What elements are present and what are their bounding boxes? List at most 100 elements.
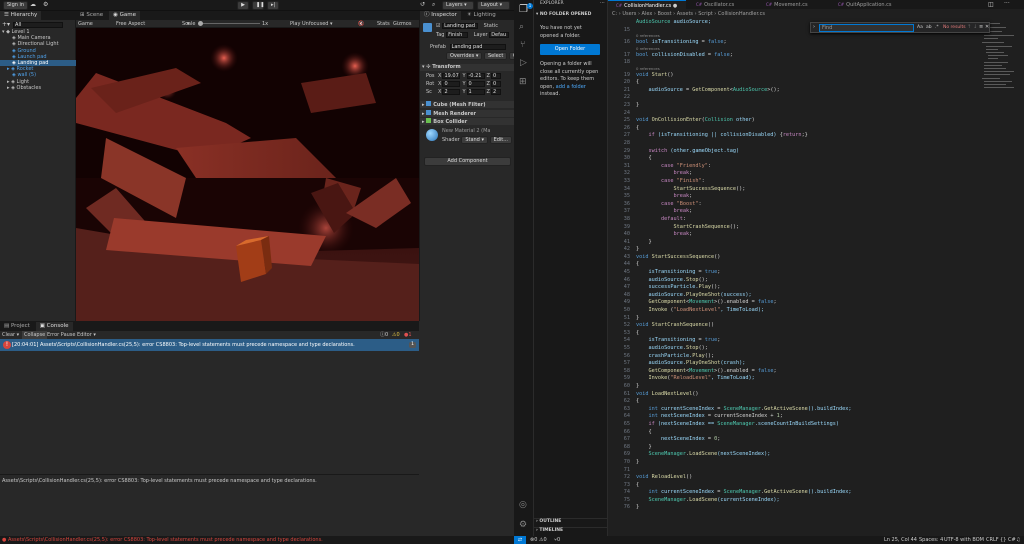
code-line[interactable]: 48 audioSource.PlayOneShot(success); <box>608 292 1024 300</box>
code-line[interactable]: 63 int currentSceneIndex = SceneManager.… <box>608 406 1024 414</box>
axis-label[interactable]: Y <box>462 81 465 87</box>
code-line[interactable]: 20 { <box>608 79 1024 87</box>
code-line[interactable]: 21 audioSource = GetComponent<AudioSourc… <box>608 87 1024 95</box>
tab-console[interactable]: ▣ Console <box>35 322 73 331</box>
editor-tab[interactable]: C# CollisionHandler.cs ● <box>608 0 686 9</box>
code-line[interactable]: 52 void StartCrashSequence() <box>608 322 1024 330</box>
code-line[interactable]: 75 SceneManager.LoadScene(currentSceneIn… <box>608 497 1024 505</box>
code-line[interactable]: 32 break; <box>608 170 1024 178</box>
axis-label[interactable]: Z <box>487 73 490 79</box>
active-checkbox[interactable]: ☑ <box>436 23 440 29</box>
axis-label[interactable]: Y <box>462 73 465 79</box>
code-line[interactable]: 33 case "Finish": <box>608 178 1024 186</box>
overrides-button[interactable]: Overrides ▾ <box>446 52 483 60</box>
code-line[interactable]: 47 successParticle.Play(); <box>608 284 1024 292</box>
code-line[interactable]: 36 case "Boost": <box>608 201 1024 209</box>
code-line[interactable]: 16 bool isTransitioning = false; <box>608 39 1024 47</box>
axis-label[interactable]: Y <box>462 89 465 95</box>
transform-x-field[interactable]: 0 <box>442 81 461 87</box>
code-line[interactable]: 65 if (nextSceneIndex == SceneManager.sc… <box>608 421 1024 429</box>
axis-label[interactable]: X <box>438 73 441 79</box>
code-line[interactable]: 45 isTransitioning = true; <box>608 269 1024 277</box>
aspect-dropdown[interactable]: Free Aspect ▾ <box>116 20 189 28</box>
scale-slider-handle[interactable] <box>198 21 203 26</box>
tab-game[interactable]: ◉ Game <box>109 11 140 20</box>
transform-expand-icon[interactable]: ▾ ✣ <box>422 64 430 70</box>
status-error-text[interactable]: Assets\Scripts\CollisionHandler.cs(25,5)… <box>8 537 323 543</box>
hierarchy-item[interactable]: ▸ ◈ Obstacles <box>0 85 76 91</box>
eol-status[interactable]: CRLF <box>986 536 999 544</box>
code-line[interactable]: 43 void StartSuccessSequence() <box>608 254 1024 262</box>
code-line[interactable]: 38 default: <box>608 216 1024 224</box>
code-line[interactable]: 40 break; <box>608 231 1024 239</box>
code-line[interactable]: 28 <box>608 140 1024 148</box>
search-icon[interactable]: ⌕ <box>432 1 435 9</box>
code-line[interactable]: 23} <box>608 102 1024 110</box>
sign-in-button[interactable]: Sign in <box>3 1 29 10</box>
find-expand-icon[interactable]: › <box>813 24 815 30</box>
axis-label[interactable]: Z <box>487 81 490 87</box>
display-dropdown[interactable]: Game <box>78 20 93 28</box>
no-folder-header[interactable]: ▾ NO FOLDER OPENED <box>536 12 591 17</box>
transform-z-field[interactable]: 0 <box>490 73 501 79</box>
code-line[interactable]: 54 isTransitioning = true; <box>608 337 1024 345</box>
static-label[interactable]: Static <box>484 23 498 29</box>
error-pause-toggle[interactable]: Error Pause <box>47 331 75 339</box>
source-control-icon[interactable]: ⑂ <box>520 40 525 50</box>
code-editor[interactable]: AudioSource audioSource; 15 0 references 16… <box>608 19 1024 512</box>
transform-y-field[interactable]: 0 <box>466 81 485 87</box>
code-line[interactable]: 66 { <box>608 429 1024 437</box>
find-selection-icon[interactable]: ≡ <box>979 24 983 30</box>
find-regex-icon[interactable]: .* <box>935 25 939 30</box>
transform-header[interactable]: Transform <box>432 64 461 70</box>
unsaved-dot-icon[interactable]: ● <box>671 3 677 9</box>
editor-tab[interactable]: C# Oscillator.cs <box>688 0 756 9</box>
code-line[interactable]: 18 <box>608 59 1024 67</box>
prefab-field[interactable]: Landing pad <box>449 44 506 50</box>
outline-section[interactable]: › OUTLINE <box>536 519 561 524</box>
mute-icon[interactable]: 🔇 <box>358 20 364 28</box>
code-line[interactable]: 62 { <box>608 398 1024 406</box>
collapse-toggle[interactable]: Collapse <box>22 331 48 339</box>
code-line[interactable]: 57 audioSource.PlayOneShot(crash); <box>608 360 1024 368</box>
code-line[interactable]: 67 nextSceneIndex = 0; <box>608 436 1024 444</box>
code-line[interactable]: 68 } <box>608 444 1024 452</box>
editor-more-icon[interactable]: ··· <box>1004 0 1010 7</box>
code-line[interactable]: 22 <box>608 94 1024 102</box>
component-header[interactable]: ▸ Cube (Mesh Filter) <box>420 101 515 108</box>
code-line[interactable]: 74 int currentSceneIndex = SceneManager.… <box>608 489 1024 497</box>
add-component-button[interactable]: Add Component <box>424 157 511 166</box>
editor-dropdown[interactable]: Editor ▾ <box>77 331 96 339</box>
code-line[interactable]: 71 <box>608 467 1024 475</box>
step-button[interactable]: ▸| <box>267 1 279 10</box>
axis-label[interactable]: Z <box>487 89 490 95</box>
find-input[interactable]: Find <box>819 24 914 32</box>
editor-tab[interactable]: C# QuitApplication.cs <box>830 0 908 9</box>
find-whole-word-icon[interactable]: ab <box>926 25 932 30</box>
code-line[interactable]: 35 break; <box>608 193 1024 201</box>
code-line[interactable]: 34 StartSuccessSequence(); <box>608 186 1024 194</box>
timeline-section[interactable]: › TIMELINE <box>536 528 563 533</box>
layout-dropdown[interactable]: Layout ▾ <box>477 1 510 10</box>
axis-label[interactable]: X <box>438 81 441 87</box>
code-line[interactable]: 42} <box>608 246 1024 254</box>
axis-label[interactable]: X <box>438 89 441 95</box>
remote-icon[interactable]: ⇄ <box>514 536 526 544</box>
code-line[interactable]: 51} <box>608 315 1024 323</box>
clear-button[interactable]: Clear ▾ <box>2 331 19 339</box>
code-line[interactable]: 17 bool collisionDisabled = false; <box>608 52 1024 60</box>
transform-z-field[interactable]: 2 <box>490 89 501 95</box>
code-line[interactable]: 25 void OnCollisionEnter(Collision other) <box>608 117 1024 125</box>
code-line[interactable]: 55 audioSource.Stop(); <box>608 345 1024 353</box>
stats-button[interactable]: Stats <box>377 20 390 28</box>
transform-y-field[interactable]: -0.21 <box>466 73 485 79</box>
find-next-icon[interactable]: ↓ <box>973 24 977 30</box>
minimap[interactable] <box>980 19 1024 536</box>
code-line[interactable]: 58 GetComponent<Movement>().enabled = fa… <box>608 368 1024 376</box>
game-viewport[interactable] <box>76 28 419 321</box>
split-editor-icon[interactable]: ◫ <box>988 1 994 8</box>
notifications-bell-icon[interactable]: ♫ <box>1016 536 1020 544</box>
code-line[interactable]: 31 case "Friendly": <box>608 163 1024 171</box>
layers-dropdown[interactable]: Layers ▾ <box>442 1 474 10</box>
hierarchy-search-input[interactable]: All <box>13 21 64 28</box>
